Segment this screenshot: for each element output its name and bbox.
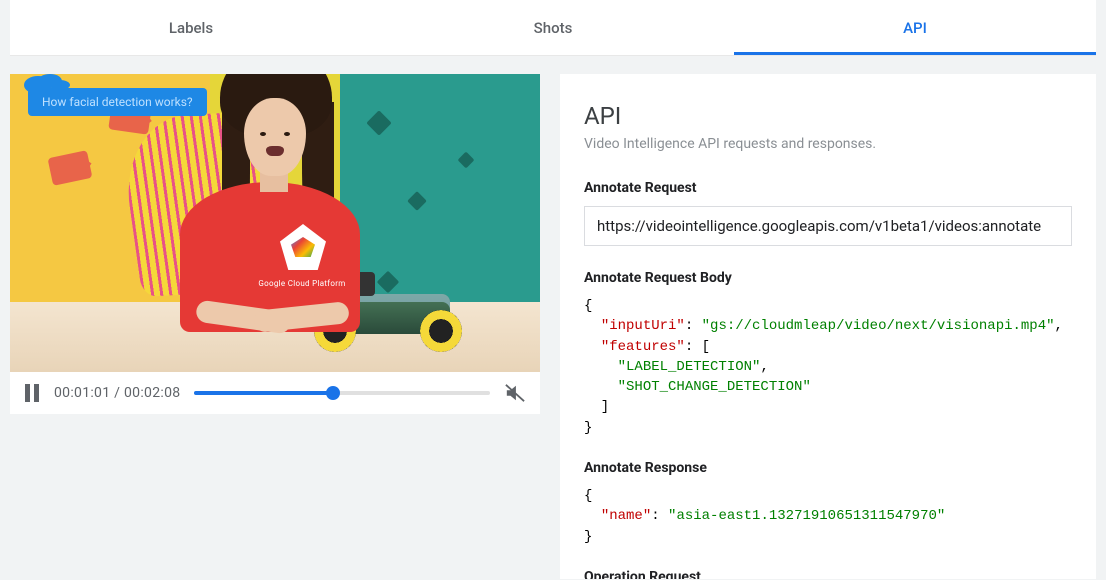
annotate-request-label: Annotate Request xyxy=(584,180,1072,196)
pause-icon[interactable] xyxy=(24,384,40,402)
tab-labels[interactable]: Labels xyxy=(10,0,372,55)
operation-request-label: Operation Request xyxy=(584,569,1072,579)
video-frame[interactable]: Google Cloud Platform How facial detecti… xyxy=(10,74,540,372)
api-title: API xyxy=(584,102,1072,130)
tab-bar: Labels Shots API xyxy=(10,0,1096,56)
api-scroll-area[interactable]: API Video Intelligence API requests and … xyxy=(560,74,1096,579)
api-subtitle: Video Intelligence API requests and resp… xyxy=(584,136,1072,152)
api-panel: API Video Intelligence API requests and … xyxy=(560,74,1096,579)
annotate-request-url-input[interactable] xyxy=(584,206,1072,246)
annotate-request-body-label: Annotate Request Body xyxy=(584,270,1072,286)
tab-shots[interactable]: Shots xyxy=(372,0,734,55)
annotate-response-label: Annotate Response xyxy=(584,460,1072,476)
time-display: 00:01:01 / 00:02:08 xyxy=(54,385,180,401)
response-body-code: { "name": "asia-east1.132719106513115479… xyxy=(584,486,1072,547)
volume-muted-icon[interactable] xyxy=(504,383,526,403)
video-caption-bubble: How facial detection works? xyxy=(28,88,207,116)
shirt-text: Google Cloud Platform xyxy=(252,279,352,288)
request-body-code: { "inputUri": "gs://cloudmleap/video/nex… xyxy=(584,296,1072,438)
video-panel: Google Cloud Platform How facial detecti… xyxy=(10,74,540,579)
video-controls: 00:01:01 / 00:02:08 xyxy=(10,372,540,414)
tab-api[interactable]: API xyxy=(734,0,1096,55)
progress-slider[interactable] xyxy=(194,391,490,395)
